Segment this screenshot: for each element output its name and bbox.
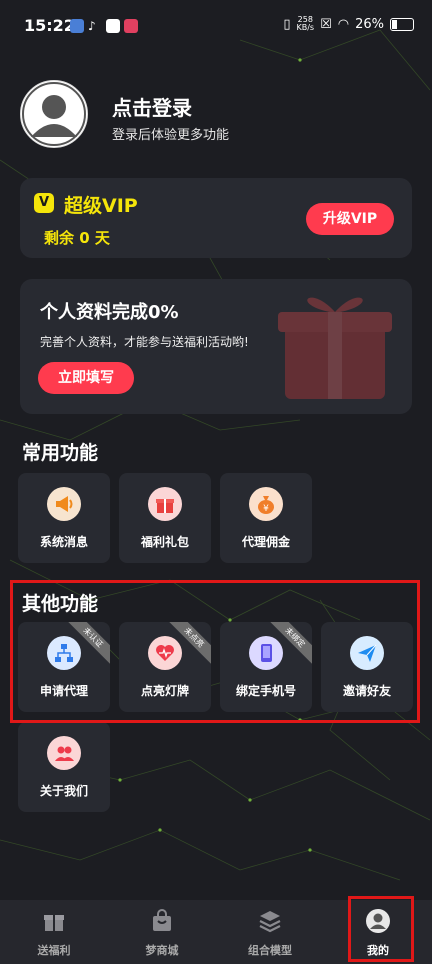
app-notification-icon — [70, 19, 84, 33]
calendar-icon — [106, 19, 120, 33]
nav-highlight-box — [348, 896, 414, 962]
app-badge-icon — [124, 19, 138, 33]
highlight-box — [10, 580, 420, 723]
avatar[interactable] — [20, 80, 88, 148]
status-time: 15:22 — [24, 16, 75, 35]
nav-item-shop[interactable]: 梦商城 — [108, 900, 216, 964]
nav-label: 梦商城 — [145, 944, 179, 957]
gift-icon — [148, 487, 182, 521]
nav-item-combo-model[interactable]: 组合模型 — [216, 900, 324, 964]
nav-label: 组合模型 — [248, 944, 292, 957]
gift-illustration-icon — [278, 297, 392, 399]
tile-system-messages[interactable]: 系统消息 — [18, 473, 110, 563]
profile-completion-subtitle: 完善个人资料，才能参与送福利活动哟! — [40, 335, 249, 349]
nav-item-welfare[interactable]: 送福利 — [0, 900, 108, 964]
gift-icon — [44, 915, 64, 931]
layers-icon — [259, 911, 281, 933]
vip-badge-icon: V — [34, 193, 54, 213]
login-subtitle: 登录后体验更多功能 — [112, 128, 230, 143]
tile-label: 福利礼包 — [140, 535, 189, 549]
user-silhouette-icon — [22, 82, 86, 146]
upgrade-vip-button[interactable]: 升级VIP — [306, 203, 394, 235]
battery-icon — [390, 17, 414, 31]
status-right: ▯ 258 KB/s ☒ ◠ 26% — [283, 16, 414, 32]
login-title[interactable]: 点击登录 — [112, 92, 192, 121]
users-icon — [47, 736, 81, 770]
tile-about-us[interactable]: 关于我们 — [18, 722, 110, 812]
tile-label: 系统消息 — [39, 535, 88, 549]
svg-text:¥: ¥ — [263, 504, 269, 514]
megaphone-icon — [47, 487, 81, 521]
vibrate-icon: ▯ — [283, 16, 291, 32]
tile-label: 代理佣金 — [241, 535, 290, 549]
network-speed: 258 KB/s — [296, 16, 314, 32]
profile-completion-title: 个人资料完成0% — [40, 302, 179, 323]
nav-label: 送福利 — [37, 944, 71, 957]
tile-label: 关于我们 — [39, 784, 88, 798]
tiktok-icon: ♪ — [88, 19, 96, 33]
vip-title: 超级VIP — [64, 195, 138, 217]
sim-icon: ☒ — [320, 16, 332, 32]
battery-percent: 26% — [355, 16, 384, 32]
shopping-bag-icon — [153, 909, 171, 931]
money-bag-icon: ¥ — [249, 487, 283, 521]
tile-agent-commission[interactable]: ¥ 代理佣金 — [220, 473, 312, 563]
speed-unit: KB/s — [296, 23, 315, 32]
fill-now-button[interactable]: 立即填写 — [38, 362, 134, 394]
tile-welfare-gift[interactable]: 福利礼包 — [119, 473, 211, 563]
vip-remaining: 剩余 0 天 — [44, 229, 110, 247]
status-bar: 15:22 ♪ ▯ 258 KB/s ☒ ◠ 26% — [0, 0, 432, 52]
common-functions-title: 常用功能 — [22, 442, 99, 464]
wifi-icon: ◠ — [337, 16, 350, 32]
